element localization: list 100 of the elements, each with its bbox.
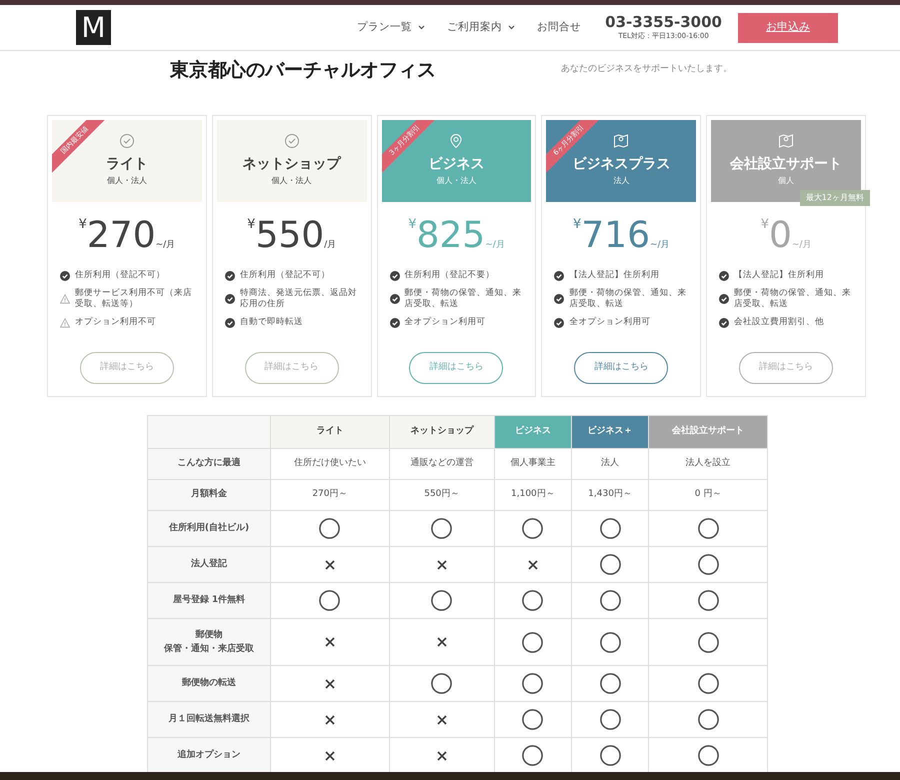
details-button[interactable]: 詳細はこちら <box>739 352 834 384</box>
map-icon <box>778 132 794 149</box>
plan-name: 会社設立サポート <box>729 154 844 174</box>
cross-icon <box>324 750 335 760</box>
feature-text: 郵便・荷物の保管、通知、来店受取、転送 <box>734 288 852 310</box>
warning-icon <box>60 318 70 328</box>
map-icon <box>613 132 630 149</box>
cross-icon <box>324 637 335 647</box>
circle-icon <box>522 518 544 539</box>
row-label: 月額料金 <box>148 480 270 510</box>
circle-icon <box>522 745 544 766</box>
circle-icon <box>600 518 621 539</box>
plan-price: ¥716~/月 <box>572 218 671 254</box>
nav-link[interactable]: お問合せ <box>537 20 582 36</box>
circle-icon <box>698 709 719 730</box>
row-label: 郵便物 <box>194 628 224 642</box>
row-label: こんな方に最適 <box>148 448 270 480</box>
table-cell: 法人を設立 <box>648 448 768 480</box>
feature-text: 郵便・荷物の保管、通知、来店受取、転送 <box>569 288 688 310</box>
plan-target: 個人・法人 <box>106 175 148 187</box>
check-circle-icon <box>554 270 564 281</box>
circle-icon <box>600 709 621 730</box>
feature-text: 自動で即時転送 <box>240 317 303 328</box>
table-cell: 個人事業主 <box>494 448 572 480</box>
apply-button[interactable]: お申込み <box>738 12 838 42</box>
plan-name: ビジネスプラス <box>571 155 672 174</box>
feature-text: 【法人登記】住所利用 <box>734 270 824 282</box>
check-circle-icon <box>390 270 400 281</box>
row-label: 住所利用(自社ビル) <box>148 510 270 546</box>
check-circle-icon <box>719 294 730 304</box>
circle-icon <box>698 554 719 575</box>
details-button[interactable]: 詳細はこちら <box>80 352 174 384</box>
plan-price: ¥270~/月 <box>78 218 176 254</box>
cross-icon <box>324 560 335 570</box>
feature-text: 郵便・荷物の保管、通知、来店受取、転送 <box>404 288 523 310</box>
cross-icon <box>436 560 447 570</box>
check-circle-icon <box>554 318 564 328</box>
details-button[interactable]: 詳細はこちら <box>409 352 504 384</box>
circle-icon <box>522 709 544 730</box>
circle-icon <box>522 590 544 611</box>
feature-text: 会社設立費用割引、他 <box>734 317 824 328</box>
map-pin-icon <box>448 132 464 149</box>
check-circle-icon <box>719 318 730 328</box>
table-cell: 270円～ <box>270 480 390 510</box>
plan-name: ライト <box>104 155 149 174</box>
row-label: 月１回転送無料選択 <box>148 702 270 738</box>
plan-name: ネットショップ <box>242 155 342 174</box>
check-circle-icon <box>60 270 70 281</box>
plan-name: ビジネス <box>427 155 486 174</box>
circle-icon <box>698 745 719 766</box>
plan-price: ¥0~/月 <box>760 218 812 254</box>
cross-icon <box>436 750 447 760</box>
feature-text: 全オプション利用可 <box>569 317 650 328</box>
check-circle-icon <box>390 318 400 328</box>
table-cell: 1,100円～ <box>494 480 572 510</box>
details-button[interactable]: 詳細はこちら <box>574 352 668 384</box>
row-label: 屋号登録 1件無料 <box>148 582 270 618</box>
check-circle-icon <box>284 132 300 149</box>
table-cell: 550円～ <box>389 480 494 510</box>
check-circle-icon <box>719 270 730 281</box>
circle-icon <box>319 518 340 539</box>
free-badge: 最大12ヶ月無料 <box>800 190 870 206</box>
plan-target: 法人 <box>612 175 630 187</box>
feature-text: オプション利用不可 <box>75 317 156 328</box>
logo[interactable]: M <box>76 10 111 45</box>
plan-target: 個人・法人 <box>270 175 313 187</box>
row-label: 保管・通知・来店受取 <box>162 642 255 656</box>
circle-icon <box>600 590 621 611</box>
table-cell: 0 円～ <box>648 480 768 510</box>
column-header: ビジネス＋ <box>571 416 649 448</box>
row-label: 追加オプション <box>148 738 270 774</box>
nav-link[interactable]: ご利用案内 <box>447 20 516 36</box>
circle-icon <box>600 745 621 766</box>
circle-icon <box>600 632 621 652</box>
feature-text: 住所利用（登記不要） <box>404 270 495 282</box>
table-cell: 通販などの運営 <box>389 448 494 480</box>
check-circle-icon <box>224 270 235 281</box>
circle-icon <box>698 518 719 539</box>
column-header: ライト <box>270 416 390 448</box>
check-circle-icon <box>554 294 564 304</box>
plan-target: 個人 <box>777 175 796 187</box>
circle-icon <box>600 673 621 694</box>
cross-icon <box>324 678 335 688</box>
column-header: ネットショップ <box>389 416 494 448</box>
warning-icon <box>60 294 70 304</box>
table-cell: 法人 <box>571 448 649 480</box>
column-header: 会社設立サポート <box>648 416 768 448</box>
cross-icon <box>436 637 447 647</box>
row-label: 法人登記 <box>148 546 270 582</box>
details-button[interactable]: 詳細はこちら <box>244 352 339 384</box>
circle-icon <box>600 554 621 575</box>
check-circle-icon <box>224 294 235 304</box>
hero-text: あなたのビジネスをサポートいたします。 <box>561 63 732 76</box>
plan-price: ¥825~/月 <box>407 218 506 254</box>
nav-link[interactable]: プラン一覧 <box>357 20 426 36</box>
plan-price: ¥550/月 <box>246 218 338 254</box>
feature-text: 郵便サービス利用不可（来店受取、転送等） <box>75 288 193 310</box>
hero-title: 東京都心のバーチャルオフィス <box>170 59 436 82</box>
feature-text: 【法人登記】住所利用 <box>569 270 660 282</box>
feature-text: 全オプション利用可 <box>404 317 486 328</box>
